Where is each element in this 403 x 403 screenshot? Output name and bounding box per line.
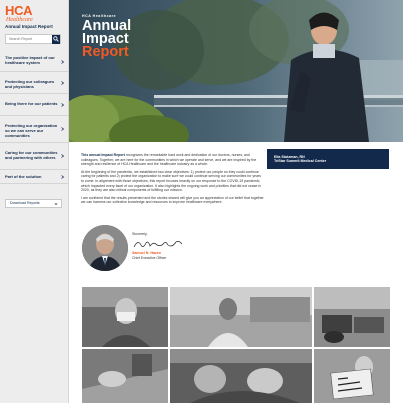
collage-photo-vehicles bbox=[314, 287, 390, 347]
logo-brand: HCA bbox=[5, 3, 33, 18]
nav-item-label: Caring for our communities and partnerin… bbox=[5, 150, 58, 160]
chevron-right-icon bbox=[61, 174, 65, 179]
sincerely-text: Sincerely, bbox=[132, 232, 148, 236]
nav-item-being-there[interactable]: Being there for our patients bbox=[0, 94, 68, 116]
collage-photo-thank-you-sign-image bbox=[314, 349, 390, 403]
caption-facility: TriStar Summit Medical Center bbox=[274, 159, 327, 164]
photo-collage bbox=[82, 287, 390, 403]
search-box bbox=[5, 34, 61, 44]
chevron-down-icon bbox=[54, 203, 58, 206]
collage-photo-icu bbox=[170, 349, 312, 403]
nav-item-protecting-organization[interactable]: Protecting our organization so we can se… bbox=[0, 116, 68, 143]
search-icon bbox=[53, 36, 59, 42]
collage-photo-patient-bed-image bbox=[82, 349, 168, 403]
nav-item-positive-impact[interactable]: The positive impact of our healthcare sy… bbox=[0, 52, 68, 72]
hero-banner: HCA Healthcare Annual Impact Report bbox=[69, 0, 403, 142]
download-reports-select[interactable]: Download Reports bbox=[5, 199, 62, 208]
nav-item-label: Protecting our organization so we can se… bbox=[5, 123, 58, 138]
nav-item-part-of-solution[interactable]: Part of the solution bbox=[0, 170, 68, 184]
collage-photo-doctor-outdoors-image bbox=[170, 287, 312, 347]
sidebar: HCA Healthcare Annual Impact Report The … bbox=[0, 0, 69, 403]
collage-photo-masked-nurse bbox=[82, 287, 168, 347]
collage-photo-masked-nurse-image bbox=[82, 287, 168, 347]
letter-body: This annual Impact Report recognizes the… bbox=[81, 153, 264, 208]
hero-title-line-3: Report bbox=[82, 44, 129, 60]
search-input[interactable] bbox=[6, 35, 52, 43]
chevron-right-icon bbox=[61, 127, 65, 131]
collage-photo-thank-you-sign bbox=[314, 349, 390, 403]
nav-item-label: Part of the solution bbox=[5, 174, 42, 179]
photo-caption: Ella Stutzman, RN TriStar Summit Medical… bbox=[267, 149, 389, 169]
nav-item-label: The positive impact of our healthcare sy… bbox=[5, 55, 55, 65]
signer-name: Samuel N. Hazen bbox=[132, 251, 161, 255]
chevron-right-icon bbox=[61, 80, 65, 85]
signature-image bbox=[133, 240, 183, 248]
letter-lead: This annual Impact Report bbox=[81, 153, 125, 157]
nav-item-label: Protecting our colleagues and physicians bbox=[5, 79, 55, 89]
collage-photo-vehicles-image bbox=[314, 287, 390, 347]
ceo-portrait bbox=[82, 225, 128, 271]
letter-paragraph-2: At the beginning of the pandemic, we est… bbox=[81, 169, 262, 193]
logo-subtitle: Healthcare bbox=[6, 17, 33, 23]
hca-logo[interactable]: HCA Healthcare bbox=[5, 3, 33, 23]
nav-item-protecting-colleagues[interactable]: Protecting our colleagues and physicians bbox=[0, 72, 68, 94]
signer-title: Chief Executive Officer bbox=[132, 256, 167, 260]
chevron-right-icon bbox=[61, 154, 65, 158]
collage-photo-icu-image bbox=[170, 349, 312, 403]
letter-paragraph-3: I am confident that the results presente… bbox=[81, 195, 264, 205]
download-reports-label: Download Reports bbox=[10, 201, 40, 205]
letter-paragraph-1: This annual Impact Report recognizes the… bbox=[81, 153, 264, 167]
ceo-portrait-image bbox=[82, 225, 128, 271]
search-button[interactable] bbox=[52, 34, 60, 44]
nav-item-label: Being there for our patients bbox=[5, 101, 58, 106]
sidebar-nav: The positive impact of our healthcare sy… bbox=[0, 52, 68, 184]
chevron-right-icon bbox=[61, 102, 65, 107]
collage-photo-patient-bed bbox=[82, 349, 168, 403]
nav-item-caring-communities[interactable]: Caring for our communities and partnerin… bbox=[0, 143, 68, 170]
collage-photo-doctor-outdoors bbox=[170, 287, 312, 347]
chevron-right-icon bbox=[61, 59, 65, 64]
hero-title: Annual Impact Report bbox=[82, 19, 162, 60]
report-name: Annual Impact Report bbox=[5, 24, 53, 29]
